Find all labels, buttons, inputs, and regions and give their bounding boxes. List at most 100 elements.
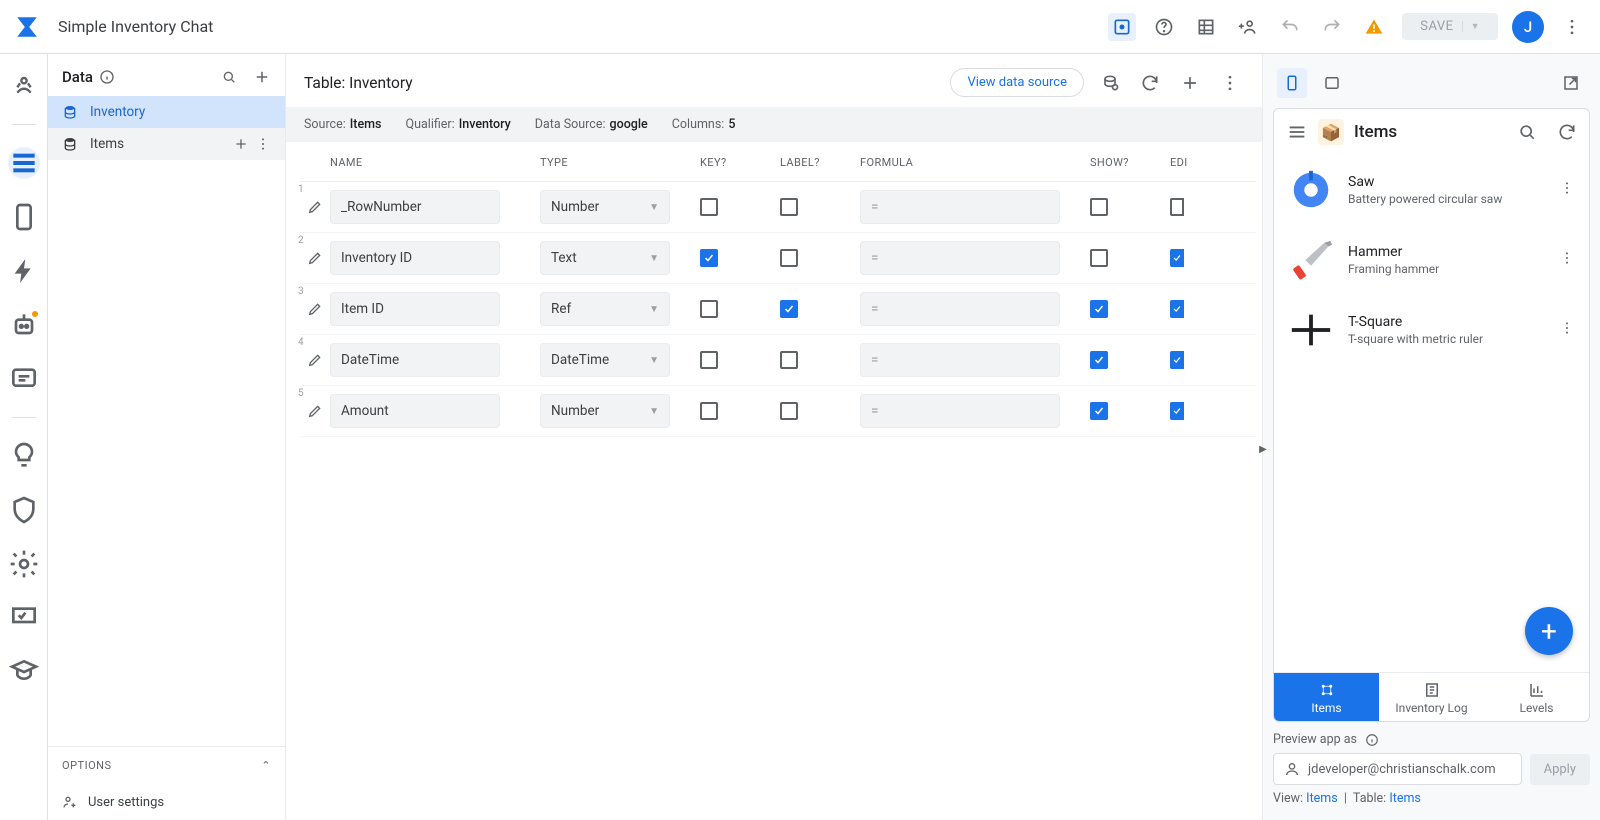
table-icon[interactable] — [1192, 13, 1220, 41]
more-icon[interactable] — [255, 136, 271, 152]
column-name-input[interactable]: Item ID — [330, 292, 500, 326]
add-icon[interactable] — [233, 136, 249, 152]
edit-icon[interactable] — [300, 250, 330, 266]
edit-icon[interactable] — [300, 352, 330, 368]
preview-tab-items[interactable]: Items — [1274, 673, 1379, 721]
formula-input[interactable]: = — [860, 394, 1060, 428]
preview-list-item[interactable]: HammerFraming hammer — [1274, 225, 1589, 295]
preview-tab-inventory-log[interactable]: Inventory Log — [1379, 673, 1484, 721]
checkbox[interactable] — [700, 300, 718, 318]
rail-home-icon[interactable] — [8, 70, 40, 102]
preview-list-item[interactable]: T-SquareT-square with metric ruler — [1274, 295, 1589, 365]
user-settings-item[interactable]: User settings — [48, 784, 285, 820]
user-avatar[interactable]: J — [1512, 11, 1544, 43]
checkbox[interactable] — [780, 402, 798, 420]
warning-icon[interactable] — [1360, 13, 1388, 41]
checkbox[interactable] — [1090, 300, 1108, 318]
more-icon[interactable] — [1558, 13, 1586, 41]
checkbox[interactable] — [1090, 402, 1108, 420]
options-header[interactable]: OPTIONS ⌃ — [48, 746, 285, 784]
row-number: 3 — [298, 286, 304, 297]
preview-search-icon[interactable] — [1517, 122, 1537, 142]
rail-chat-icon[interactable] — [8, 363, 40, 395]
rail-data-icon[interactable] — [8, 147, 40, 179]
rail-views-icon[interactable] — [8, 201, 40, 233]
device-tablet-icon[interactable] — [1317, 68, 1347, 98]
column-name-input[interactable]: Amount — [330, 394, 500, 428]
checkbox[interactable] — [700, 351, 718, 369]
checkbox[interactable] — [1170, 351, 1184, 369]
open-preview-icon[interactable] — [1556, 68, 1586, 98]
column-name-input[interactable]: _RowNumber — [330, 190, 500, 224]
column-type-select[interactable]: Text▼ — [540, 241, 670, 275]
formula-input[interactable]: = — [860, 241, 1060, 275]
formula-input[interactable]: = — [860, 190, 1060, 224]
checkbox[interactable] — [1090, 249, 1108, 267]
rail-automation-icon[interactable] — [8, 309, 40, 341]
item-more-icon[interactable] — [1559, 180, 1575, 200]
column-type-select[interactable]: Number▼ — [540, 394, 670, 428]
checkbox[interactable] — [1170, 300, 1184, 318]
column-type-select[interactable]: DateTime▼ — [540, 343, 670, 377]
device-phone-icon[interactable] — [1277, 68, 1307, 98]
redo-icon[interactable] — [1318, 13, 1346, 41]
checkbox[interactable] — [780, 351, 798, 369]
fab-add-button[interactable]: + — [1525, 607, 1573, 655]
checkbox[interactable] — [1090, 351, 1108, 369]
table-more-icon[interactable] — [1216, 69, 1244, 97]
checkbox[interactable] — [1170, 402, 1184, 420]
table-nav-items[interactable]: Items — [48, 128, 285, 160]
add-user-icon[interactable] — [1234, 13, 1262, 41]
rail-manage-icon[interactable] — [8, 602, 40, 634]
rail-security-icon[interactable] — [8, 494, 40, 526]
checkbox[interactable] — [1090, 198, 1108, 216]
rail-settings-icon[interactable] — [8, 548, 40, 580]
edit-icon[interactable] — [300, 301, 330, 317]
view-data-source-button[interactable]: View data source — [950, 68, 1084, 97]
checkbox[interactable] — [780, 198, 798, 216]
undo-icon[interactable] — [1276, 13, 1304, 41]
checkbox[interactable] — [1170, 249, 1184, 267]
item-more-icon[interactable] — [1559, 250, 1575, 270]
checkbox[interactable] — [780, 300, 798, 318]
column-row: 2 Inventory ID Text▼ = — [300, 233, 1256, 284]
rail-intelligence-icon[interactable] — [8, 440, 40, 472]
column-row: 1 _RowNumber Number▼ = — [300, 182, 1256, 233]
item-more-icon[interactable] — [1559, 320, 1575, 340]
checkbox[interactable] — [700, 198, 718, 216]
info-icon[interactable] — [99, 69, 115, 85]
checkbox[interactable] — [780, 249, 798, 267]
search-icon[interactable] — [221, 69, 237, 85]
preview-list-item[interactable]: SawBattery powered circular saw — [1274, 155, 1589, 225]
assistant-icon[interactable] — [1108, 13, 1136, 41]
checkbox[interactable] — [1170, 198, 1184, 216]
preview-table-link[interactable]: Items — [1389, 791, 1421, 806]
add-table-icon[interactable] — [253, 68, 271, 86]
column-type-select[interactable]: Number▼ — [540, 190, 670, 224]
table-nav-inventory[interactable]: Inventory — [48, 96, 285, 128]
preview-tab-levels[interactable]: Levels — [1484, 673, 1589, 721]
checkbox[interactable] — [700, 249, 718, 267]
regenerate-icon[interactable] — [1096, 69, 1124, 97]
help-icon[interactable] — [1150, 13, 1178, 41]
formula-input[interactable]: = — [860, 343, 1060, 377]
refresh-icon[interactable] — [1136, 69, 1164, 97]
rail-learn-icon[interactable] — [8, 656, 40, 688]
collapse-preview-icon[interactable]: ▶ — [1257, 437, 1269, 461]
preview-view-link[interactable]: Items — [1306, 791, 1338, 806]
preview-refresh-icon[interactable] — [1557, 122, 1577, 142]
formula-input[interactable]: = — [860, 292, 1060, 326]
edit-icon[interactable] — [300, 199, 330, 215]
menu-icon[interactable] — [1286, 121, 1308, 143]
add-column-icon[interactable] — [1176, 69, 1204, 97]
checkbox[interactable] — [700, 402, 718, 420]
database-icon — [62, 136, 78, 152]
column-type-select[interactable]: Ref▼ — [540, 292, 670, 326]
rail-actions-icon[interactable] — [8, 255, 40, 287]
edit-icon[interactable] — [300, 403, 330, 419]
column-name-input[interactable]: Inventory ID — [330, 241, 500, 275]
row-number: 2 — [298, 235, 304, 246]
info-icon[interactable] — [1365, 733, 1379, 747]
column-name-input[interactable]: DateTime — [330, 343, 500, 377]
preview-email-field[interactable]: jdeveloper@christianschalk.com — [1273, 753, 1522, 785]
